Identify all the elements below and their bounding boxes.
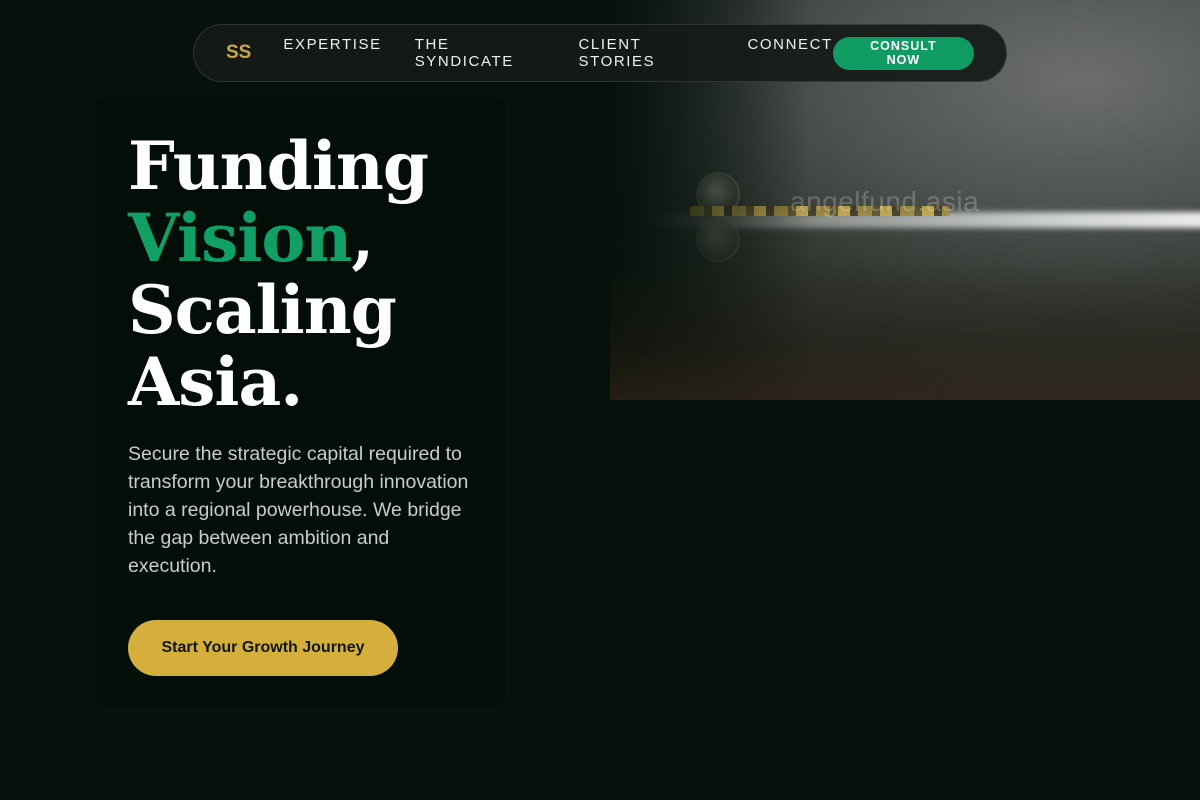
top-nav-bar: SS EXPERTISE THE SYNDICATE CLIENT STORIE… [193,24,1007,82]
hero-subtext: Secure the strategic capital required to… [128,443,469,577]
hero-headline: Funding Vision, Scaling Asia. [128,127,429,421]
headline-line-3: Scaling [128,271,397,349]
headline-line-4: Asia. [128,343,303,421]
landing-page: angelfund.asia SS EXPERTISE THE SYNDICAT… [0,0,1200,800]
headline-line-1: Funding [128,127,429,205]
brand-logo[interactable]: SS [226,42,251,64]
nav-link-client-stories[interactable]: CLIENT STORIES [578,36,714,70]
headline-accent-word: Vision [128,199,352,277]
consult-now-button[interactable]: CONSULT NOW [832,36,974,70]
headline-line-2: Vision, [128,202,428,274]
start-growth-journey-button[interactable]: Start Your Growth Journey [128,620,398,676]
nav-links: EXPERTISE THE SYNDICATE CLIENT STORIES C… [283,36,832,70]
image-fade-bottom [610,260,1200,400]
image-watermark: angelfund.asia [790,186,980,217]
nav-link-connect[interactable]: CONNECT [747,36,832,70]
nav-link-the-syndicate[interactable]: THE SYNDICATE [415,36,546,70]
headline-accent-punct: , [351,199,374,277]
nav-link-expertise[interactable]: EXPERTISE [283,36,381,70]
